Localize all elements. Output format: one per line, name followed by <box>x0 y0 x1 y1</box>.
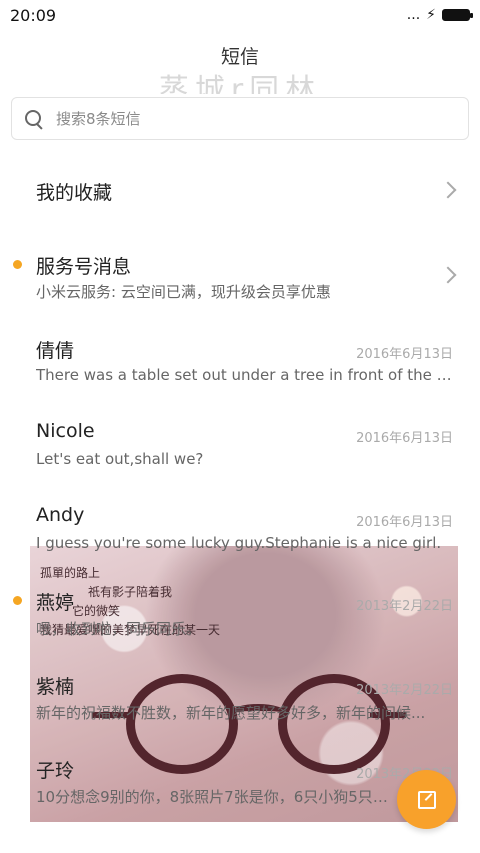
contact-name: 倩倩 <box>36 340 75 362</box>
message-preview: 10分想念9别的你，8张照片7张是你，6只小狗5只像你... <box>36 788 396 806</box>
charging-icon: ⚡ <box>426 7 436 23</box>
message-preview: 嗯，收到啦，同乐同乐。 <box>36 620 202 638</box>
message-preview: There was a table set out under a tree i… <box>36 366 454 384</box>
compose-icon <box>417 790 436 809</box>
contact-name: 子玲 <box>36 760 75 782</box>
page-title: 短信 <box>220 46 259 68</box>
contact-name: 燕婷 <box>36 592 75 614</box>
unread-dot <box>13 260 22 269</box>
message-date: 2013年2月22日 <box>356 683 453 698</box>
contact-name: Nicole <box>36 420 95 442</box>
status-icons: ... ⚡ <box>406 7 473 23</box>
search-input[interactable]: 搜索8条短信 <box>11 97 469 140</box>
message-date: 2016年6月13日 <box>356 515 453 530</box>
status-time: 20:09 <box>10 5 57 25</box>
message-preview: I guess you're some lucky guy.Stephanie … <box>36 534 442 552</box>
favorites-row[interactable]: 我的收藏 <box>0 160 480 222</box>
compose-button[interactable] <box>397 770 456 829</box>
list-item[interactable]: Nicole 2016年6月13日 Let's eat out,shall we… <box>0 408 480 480</box>
status-bar: 20:09 ... ⚡ <box>0 0 480 30</box>
message-date: 2016年6月13日 <box>356 347 453 362</box>
list-item[interactable]: 服务号消息 小米云服务: 云空间已满，现升级会员享优惠 <box>0 240 480 310</box>
unread-dot <box>13 596 22 605</box>
message-preview: 新年的祝福数不胜数，新年的愿望好多好多，新年的问候... <box>36 704 426 722</box>
contact-name: 紫楠 <box>36 676 75 698</box>
header: 短信 蒸城r同林 <box>0 42 480 94</box>
message-date: 2016年6月13日 <box>356 431 453 446</box>
message-date: 2013年2月22日 <box>356 599 453 614</box>
battery-icon <box>442 9 473 21</box>
ghost-title: 蒸城r同林 <box>158 73 322 95</box>
favorites-label: 我的收藏 <box>36 182 113 204</box>
chevron-right-icon <box>439 181 457 199</box>
contact-name: Andy <box>36 504 85 526</box>
signal-dots-icon: ... <box>406 7 421 23</box>
list-item[interactable]: 紫楠 2013年2月22日 新年的祝福数不胜数，新年的愿望好多好多，新年的问候.… <box>0 660 480 732</box>
message-preview: 小米云服务: 云空间已满，现升级会员享优惠 <box>36 283 331 301</box>
search-icon <box>24 109 44 129</box>
message-preview: Let's eat out,shall we? <box>36 450 204 468</box>
list-item[interactable]: 燕婷 2013年2月22日 嗯，收到啦，同乐同乐。 <box>0 576 480 648</box>
list-item[interactable]: 倩倩 2016年6月13日 There was a table set out … <box>0 324 480 396</box>
contact-name: 服务号消息 <box>36 256 132 278</box>
search-placeholder: 搜索8条短信 <box>56 110 141 128</box>
list-item[interactable]: Andy 2016年6月13日 I guess you're some luck… <box>0 492 480 564</box>
